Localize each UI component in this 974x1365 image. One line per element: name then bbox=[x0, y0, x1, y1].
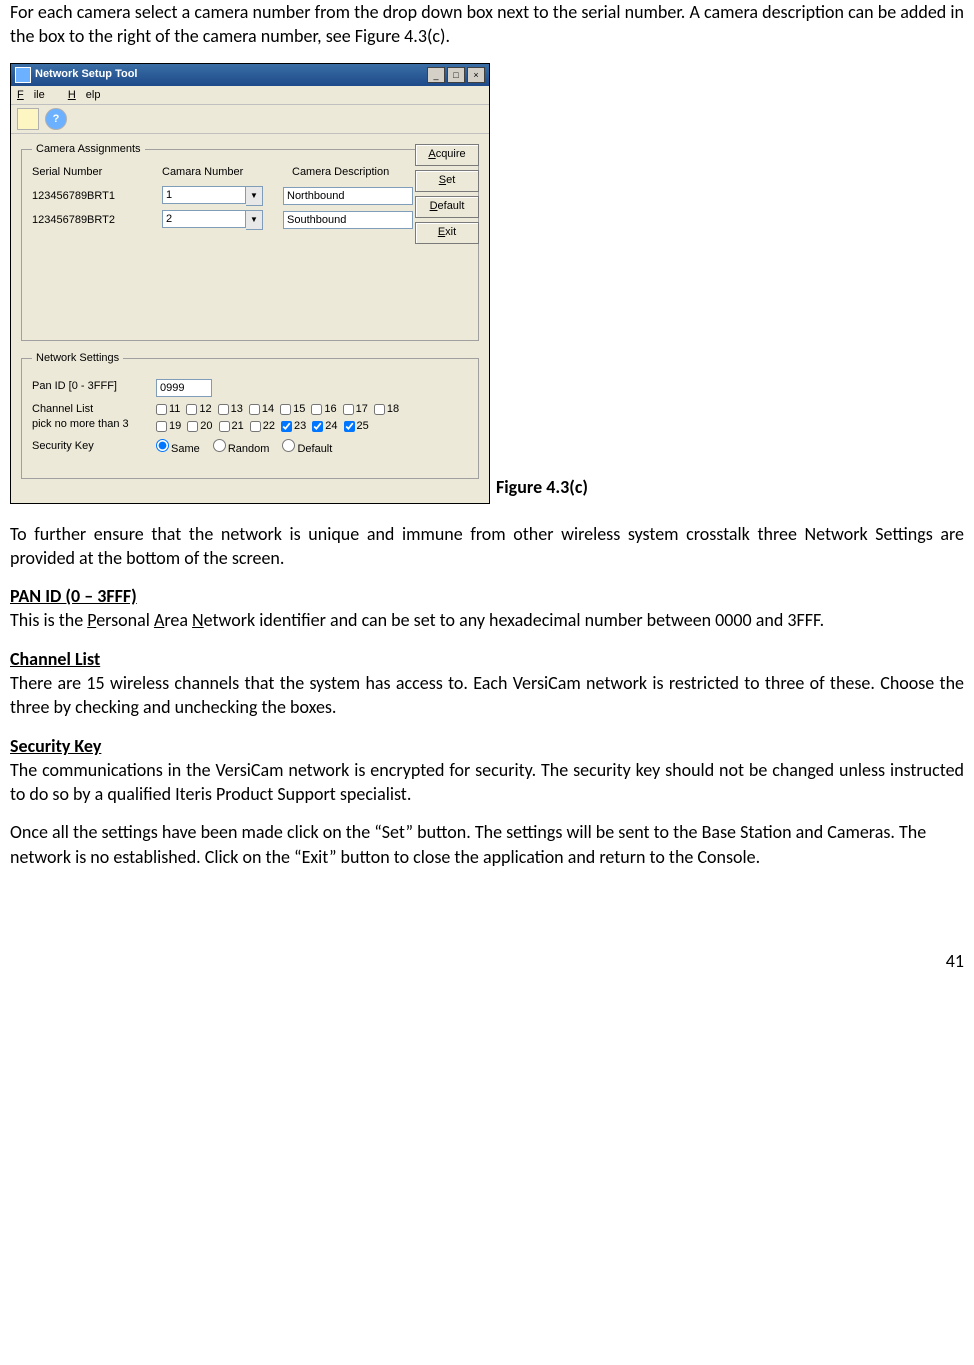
channel-19-checkbox[interactable]: 19 bbox=[156, 419, 181, 434]
camera-number-input[interactable] bbox=[162, 186, 246, 204]
camera-headers: Serial Number Camara Number Camera Descr… bbox=[32, 165, 468, 180]
network-settings-group: Network Settings Pan ID [0 - 3FFF] Chann… bbox=[21, 351, 479, 478]
channel-24-checkbox[interactable]: 24 bbox=[312, 419, 337, 434]
channel-list-heading: Channel List bbox=[10, 647, 964, 671]
channel-list-body: There are 15 wireless channels that the … bbox=[10, 671, 964, 720]
serial-value: 123456789BRT1 bbox=[32, 189, 142, 204]
radio-default[interactable]: Default bbox=[282, 443, 332, 455]
pan-id-heading: PAN ID (0 – 3FFF) bbox=[10, 584, 964, 608]
channel-21-checkbox[interactable]: 21 bbox=[219, 419, 244, 434]
network-settings-legend: Network Settings bbox=[32, 351, 123, 366]
camera-row: 123456789BRT1 ▼ bbox=[32, 186, 468, 206]
acquire-button[interactable]: Acquire bbox=[415, 144, 479, 166]
toolbar: ? bbox=[11, 105, 489, 134]
pan-id-body: This is the Personal Area Network identi… bbox=[10, 608, 964, 632]
toolbar-icon-1[interactable] bbox=[17, 108, 39, 130]
figure-wrap: Network Setup Tool _ □ × File Help ? Acq… bbox=[10, 63, 964, 504]
camera-assignments-legend: Camera Assignments bbox=[32, 142, 145, 157]
security-key-radios: Same Random Default bbox=[156, 439, 342, 457]
channel-16-checkbox[interactable]: 16 bbox=[311, 402, 336, 417]
camera-description-input[interactable] bbox=[283, 211, 413, 229]
window-controls: _ □ × bbox=[427, 67, 485, 83]
channel-12-checkbox[interactable]: 12 bbox=[186, 402, 211, 417]
channel-11-checkbox[interactable]: 11 bbox=[156, 402, 180, 417]
page-number: 41 bbox=[10, 949, 964, 973]
camera-number-input[interactable] bbox=[162, 210, 246, 228]
radio-random[interactable]: Random bbox=[213, 443, 270, 455]
app-window: Network Setup Tool _ □ × File Help ? Acq… bbox=[10, 63, 490, 504]
channel-list-section: Channel List There are 15 wireless chann… bbox=[10, 647, 964, 720]
security-key-label: Security Key bbox=[32, 439, 142, 454]
closing-paragraph: Once all the settings have been made cli… bbox=[10, 820, 964, 869]
menu-help[interactable]: Help bbox=[68, 89, 111, 101]
window-title: Network Setup Tool bbox=[35, 67, 137, 82]
chevron-down-icon[interactable]: ▼ bbox=[246, 210, 263, 230]
col-desc: Camera Description bbox=[292, 165, 432, 180]
radio-same[interactable]: Same bbox=[156, 443, 200, 455]
intro-paragraph: For each camera select a camera number f… bbox=[10, 0, 964, 49]
col-number: Camara Number bbox=[162, 165, 272, 180]
channel-14-checkbox[interactable]: 14 bbox=[249, 402, 274, 417]
col-serial: Serial Number bbox=[32, 165, 142, 180]
security-key-body: The communications in the VersiCam netwo… bbox=[10, 758, 964, 807]
channel-list-label: Channel List pick no more than 3 bbox=[32, 402, 142, 432]
camera-row: 123456789BRT2 ▼ bbox=[32, 210, 468, 230]
pan-id-label: Pan ID [0 - 3FFF] bbox=[32, 379, 142, 394]
menubar: File Help bbox=[11, 86, 489, 106]
camera-number-select[interactable]: ▼ bbox=[162, 210, 263, 230]
menu-file[interactable]: File bbox=[17, 89, 55, 101]
set-button[interactable]: Set bbox=[415, 170, 479, 192]
channel-17-checkbox[interactable]: 17 bbox=[343, 402, 368, 417]
pan-id-section: PAN ID (0 – 3FFF) This is the Personal A… bbox=[10, 584, 964, 633]
serial-value: 123456789BRT2 bbox=[32, 213, 142, 228]
channel-23-checkbox[interactable]: 23 bbox=[281, 419, 306, 434]
channel-15-checkbox[interactable]: 15 bbox=[280, 402, 305, 417]
close-icon[interactable]: × bbox=[467, 67, 485, 83]
titlebar: Network Setup Tool _ □ × bbox=[11, 64, 489, 86]
figure-caption: Figure 4.3(c) bbox=[496, 475, 588, 503]
channel-checkboxes: 11 12 13 14 15 16 17 18 19 20 21 22 23 24 25 bbox=[156, 402, 416, 434]
channel-22-checkbox[interactable]: 22 bbox=[250, 419, 275, 434]
channel-13-checkbox[interactable]: 13 bbox=[218, 402, 243, 417]
camera-assignments-group: Camera Assignments Serial Number Camara … bbox=[21, 142, 479, 341]
chevron-down-icon[interactable]: ▼ bbox=[246, 186, 263, 206]
exit-button[interactable]: Exit bbox=[415, 222, 479, 244]
channel-20-checkbox[interactable]: 20 bbox=[187, 419, 212, 434]
side-buttons: Acquire Set Default Exit bbox=[415, 144, 479, 244]
help-icon[interactable]: ? bbox=[45, 108, 67, 130]
camera-number-select[interactable]: ▼ bbox=[162, 186, 263, 206]
channel-25-checkbox[interactable]: 25 bbox=[344, 419, 369, 434]
security-key-heading: Security Key bbox=[10, 734, 964, 758]
default-button[interactable]: Default bbox=[415, 196, 479, 218]
pan-id-input[interactable] bbox=[156, 379, 212, 397]
channel-18-checkbox[interactable]: 18 bbox=[374, 402, 399, 417]
security-key-section: Security Key The communications in the V… bbox=[10, 734, 964, 807]
maximize-icon[interactable]: □ bbox=[447, 67, 465, 83]
post-figure-paragraph: To further ensure that the network is un… bbox=[10, 522, 964, 571]
camera-description-input[interactable] bbox=[283, 187, 413, 205]
minimize-icon[interactable]: _ bbox=[427, 67, 445, 83]
app-icon bbox=[15, 67, 31, 83]
